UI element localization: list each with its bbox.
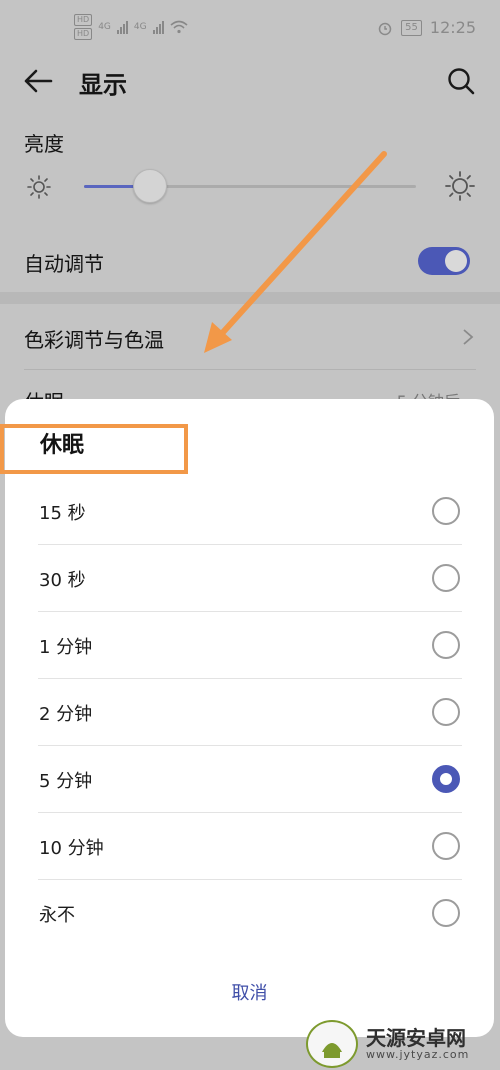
option-label: 15 秒 <box>39 503 86 524</box>
radio-button-selected[interactable] <box>432 765 460 793</box>
hd-label-2: HD <box>74 28 93 40</box>
sleep-option-10min[interactable]: 10 分钟 <box>38 813 462 880</box>
status-right: 55 12:25 <box>377 18 476 37</box>
radio-button[interactable] <box>432 832 460 860</box>
brightness-slider-thumb[interactable] <box>133 169 168 203</box>
watermark: 天源安卓网 www.jytyaz.com <box>300 1016 500 1070</box>
auto-adjust-row: 自动调节 <box>0 236 500 284</box>
radio-button[interactable] <box>432 497 460 525</box>
watermark-name: 天源安卓网 <box>366 1026 466 1050</box>
option-label: 30 秒 <box>39 570 86 591</box>
hd-label: HD <box>74 14 93 26</box>
app-header: 显示 <box>0 56 500 106</box>
option-label: 2 分钟 <box>39 704 93 725</box>
option-label: 1 分钟 <box>39 637 93 658</box>
radio-button[interactable] <box>432 564 460 592</box>
chevron-right-icon <box>463 329 474 345</box>
option-label: 永不 <box>39 905 75 926</box>
network-type-2: 4G <box>133 22 147 32</box>
sleep-option-15s[interactable]: 15 秒 <box>38 478 462 545</box>
network-type: 4G <box>98 22 111 32</box>
radio-button[interactable] <box>432 698 460 726</box>
auto-adjust-toggle[interactable] <box>418 247 470 275</box>
color-temperature-label: 色彩调节与色温 <box>24 328 164 352</box>
watermark-logo-icon <box>306 1020 358 1068</box>
color-temperature-row[interactable]: 色彩调节与色温 <box>0 304 500 370</box>
sleep-option-2min[interactable]: 2 分钟 <box>38 679 462 746</box>
brightness-low-icon <box>27 175 51 199</box>
brightness-high-icon <box>445 171 475 201</box>
sleep-bottom-sheet: 休眠 15 秒 30 秒 1 分钟 2 分钟 5 分钟 10 分钟 永不 取消 <box>5 399 494 1037</box>
back-arrow-icon[interactable] <box>22 66 54 96</box>
brightness-label: 亮度 <box>24 132 64 156</box>
option-label: 5 分钟 <box>39 771 93 792</box>
alarm-icon <box>378 22 392 35</box>
sleep-option-never[interactable]: 永不 <box>38 880 462 947</box>
option-label: 10 分钟 <box>39 838 104 859</box>
watermark-url: www.jytyaz.com <box>366 1048 470 1061</box>
status-left: HD HD 4G 4G <box>74 14 188 40</box>
radio-button[interactable] <box>432 631 460 659</box>
brightness-slider-row <box>0 166 500 210</box>
battery-icon: 55 <box>401 19 422 36</box>
signal-icon-2 <box>152 20 164 34</box>
radio-button[interactable] <box>432 899 460 927</box>
page-title: 显示 <box>79 71 127 99</box>
auto-adjust-label: 自动调节 <box>24 252 104 276</box>
cancel-button[interactable]: 取消 <box>5 979 494 1005</box>
sleep-option-30s[interactable]: 30 秒 <box>38 545 462 612</box>
sleep-option-1min[interactable]: 1 分钟 <box>38 612 462 679</box>
annotation-highlight-box <box>0 424 188 474</box>
sleep-option-5min[interactable]: 5 分钟 <box>38 746 462 813</box>
signal-icon <box>116 20 128 34</box>
hd-badge: HD HD <box>74 14 93 40</box>
section-divider <box>0 292 500 304</box>
wifi-icon <box>170 20 188 34</box>
clock: 12:25 <box>429 18 476 37</box>
search-icon[interactable] <box>446 66 476 96</box>
toggle-knob <box>445 250 467 272</box>
status-bar: HD HD 4G 4G 55 12:25 <box>0 0 500 56</box>
